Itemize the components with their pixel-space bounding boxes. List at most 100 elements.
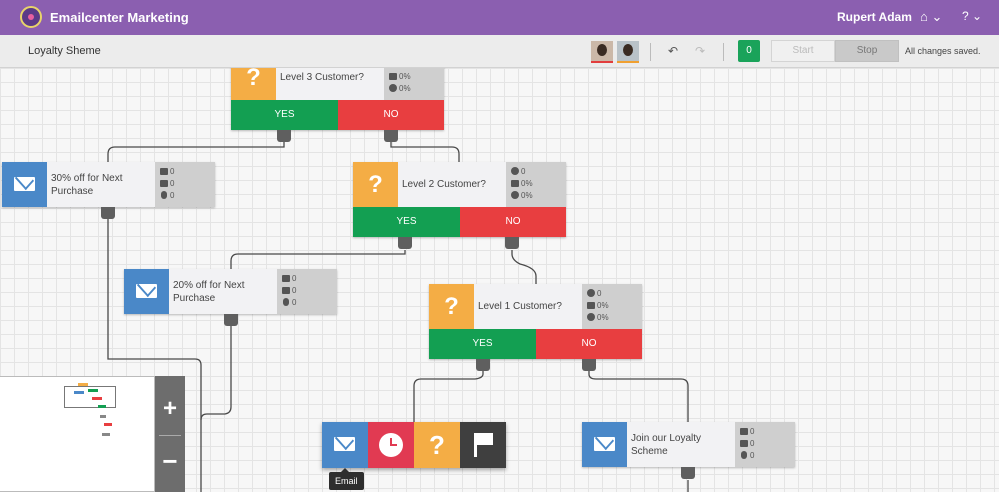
node-stats: 0 0 0 — [735, 422, 795, 467]
email-node-20-off[interactable]: 20% off for Next Purchase 0 0 0 — [124, 269, 337, 314]
stat-value: 0% — [521, 191, 533, 200]
minimap-node — [92, 397, 102, 400]
question-node-level-3[interactable]: ? Level 3 Customer? 0% 0% YES NO — [231, 68, 444, 130]
node-stats: 0 0% 0% — [582, 284, 642, 329]
workflow-canvas[interactable]: ? Level 3 Customer? 0% 0% YES NO 30% off… — [0, 68, 999, 492]
yes-port[interactable] — [277, 130, 291, 142]
divider — [650, 43, 651, 61]
undo-icon[interactable]: ↶ — [668, 44, 678, 58]
start-button[interactable]: Start — [771, 40, 835, 62]
question-icon: ? — [353, 162, 398, 207]
add-wait-node-button[interactable] — [368, 422, 414, 468]
check-icon — [511, 180, 519, 187]
sent-icon — [740, 428, 748, 435]
collaborator-avatar[interactable] — [591, 41, 613, 63]
collaborator-avatar[interactable] — [617, 41, 639, 63]
no-port[interactable] — [582, 359, 596, 371]
node-stats: 0 0 0 — [155, 162, 215, 207]
save-status: All changes saved. — [905, 46, 981, 56]
node-stats: 0% 0% — [384, 68, 444, 100]
stat-value: 0 — [292, 298, 297, 307]
node-label: Join our Loyalty Scheme — [627, 422, 735, 467]
email-node-30-off[interactable]: 30% off for Next Purchase 0 0 0 — [2, 162, 215, 207]
clock-icon — [379, 433, 403, 457]
email-icon — [334, 437, 355, 451]
campaign-title[interactable]: Loyalty Sheme — [28, 45, 101, 57]
zoom-out-button[interactable]: − — [155, 446, 185, 476]
yes-branch[interactable]: YES — [353, 207, 460, 237]
people-icon — [587, 289, 595, 297]
click-icon — [283, 298, 289, 306]
connector-q1-no-to-ejoin — [588, 368, 689, 422]
connector-q3-yes-to-e30 — [107, 142, 285, 162]
stat-value: 0 — [750, 439, 755, 448]
stat-value: 0% — [399, 72, 411, 81]
no-branch[interactable]: NO — [338, 100, 444, 130]
stat-value: 0% — [597, 313, 609, 322]
user-menu[interactable]: Rupert Adam — [837, 10, 912, 24]
node-label: Level 2 Customer? — [398, 162, 506, 207]
cross-icon — [511, 191, 519, 199]
node-label: Level 3 Customer? — [276, 68, 384, 100]
connector-q2-no-to-q1 — [511, 250, 537, 284]
click-icon — [741, 451, 747, 459]
output-port[interactable] — [224, 314, 238, 326]
node-label: 30% off for Next Purchase — [47, 162, 155, 207]
app-logo-icon[interactable] — [20, 6, 42, 28]
yes-branch[interactable]: YES — [231, 100, 338, 130]
zoom-controls: + − — [155, 376, 185, 492]
connector-q1-yes — [413, 368, 484, 422]
opened-icon — [740, 440, 748, 447]
no-branch[interactable]: NO — [536, 329, 642, 359]
email-icon — [124, 269, 169, 314]
contacts-count-badge: 0 — [738, 40, 760, 62]
minimap-node — [78, 383, 88, 386]
no-port[interactable] — [384, 130, 398, 142]
stat-value: 0% — [521, 179, 533, 188]
check-icon — [587, 302, 595, 309]
no-port[interactable] — [505, 237, 519, 249]
home-menu-icon[interactable]: ⌂ ⌄ — [920, 9, 942, 25]
question-node-level-1[interactable]: ? Level 1 Customer? 0 0% 0% YES NO — [429, 284, 642, 359]
email-node-join-loyalty[interactable]: Join our Loyalty Scheme 0 0 0 — [582, 422, 795, 467]
yes-branch[interactable]: YES — [429, 329, 536, 359]
stop-button[interactable]: Stop — [835, 40, 899, 62]
add-end-node-button[interactable] — [460, 422, 506, 468]
people-icon — [511, 167, 519, 175]
minimap-node — [100, 415, 106, 418]
stat-value: 0 — [170, 167, 175, 176]
stat-value: 0 — [292, 286, 297, 295]
stat-value: 0 — [750, 451, 755, 460]
yes-port[interactable] — [476, 359, 490, 371]
click-icon — [161, 191, 167, 199]
email-icon — [2, 162, 47, 207]
connector-q2-yes-to-e20 — [230, 250, 406, 269]
divider — [159, 435, 181, 436]
email-icon — [582, 422, 627, 467]
minimap-node — [98, 405, 106, 408]
no-branch[interactable]: NO — [460, 207, 566, 237]
question-icon: ? — [231, 68, 276, 100]
cross-icon — [587, 313, 595, 321]
redo-icon[interactable]: ↷ — [695, 44, 705, 58]
stat-value: 0 — [292, 274, 297, 283]
question-node-level-2[interactable]: ? Level 2 Customer? 0 0% 0% YES NO — [353, 162, 566, 237]
node-stats: 0 0% 0% — [506, 162, 566, 207]
add-question-node-button[interactable]: ? — [414, 422, 460, 468]
add-email-node-button[interactable] — [322, 422, 368, 468]
node-palette: ? — [322, 422, 506, 468]
cross-icon — [389, 84, 397, 92]
minimap-node — [104, 423, 112, 426]
zoom-in-button[interactable]: + — [155, 394, 185, 424]
node-stats: 0 0 0 — [277, 269, 337, 314]
help-menu-icon[interactable]: ? ⌄ — [962, 9, 982, 23]
output-port[interactable] — [681, 467, 695, 479]
output-port[interactable] — [101, 207, 115, 219]
node-label: Level 1 Customer? — [474, 284, 582, 329]
yes-port[interactable] — [398, 237, 412, 249]
stat-value: 0 — [750, 427, 755, 436]
stat-value: 0 — [521, 167, 526, 176]
minimap-node — [102, 433, 110, 436]
connector-e20-down — [200, 326, 232, 421]
minimap[interactable] — [0, 376, 155, 492]
